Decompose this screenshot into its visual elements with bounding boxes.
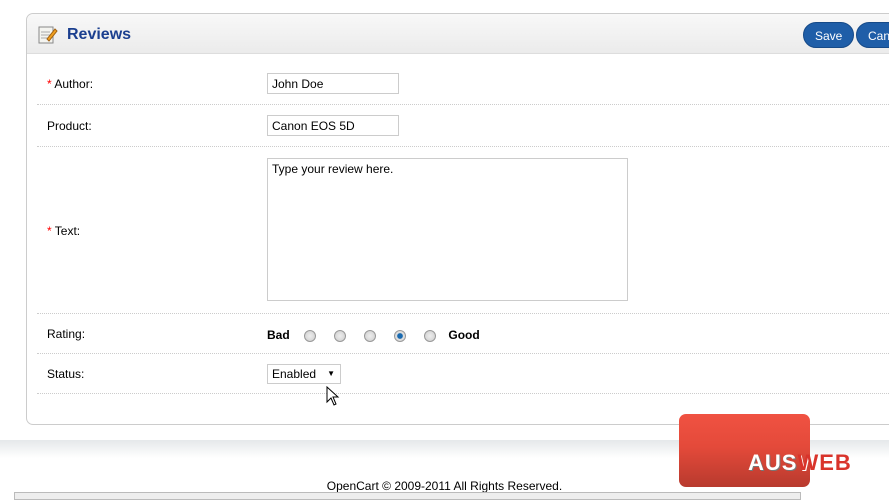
status-label: Status: bbox=[47, 367, 85, 381]
reviews-panel: Reviews Save Cancel * Author: John Doe P… bbox=[26, 13, 889, 425]
text-row: * Text: Type your review here. bbox=[37, 147, 889, 314]
product-input[interactable]: Canon EOS 5D bbox=[267, 115, 399, 136]
rating-label: Rating: bbox=[47, 327, 86, 341]
status-select[interactable]: Enabled ▼ bbox=[267, 364, 341, 384]
mouse-cursor-icon bbox=[326, 386, 340, 406]
rating-radio-1[interactable] bbox=[304, 329, 317, 342]
notepad-pencil-icon bbox=[38, 26, 58, 44]
save-button[interactable]: Save bbox=[803, 22, 855, 48]
dropdown-arrow-icon: ▼ bbox=[327, 369, 335, 378]
rating-radio-5[interactable] bbox=[424, 329, 437, 342]
product-row: Product: Canon EOS 5D bbox=[37, 105, 889, 147]
author-row: * Author: John Doe bbox=[37, 54, 889, 105]
rating-radio-4[interactable] bbox=[394, 329, 407, 342]
required-marker: * bbox=[47, 224, 55, 238]
panel-header: Reviews Save Cancel bbox=[27, 14, 889, 54]
status-row: Status: Enabled ▼ bbox=[37, 354, 889, 394]
watermark-text: AUSWEB bbox=[748, 450, 852, 475]
author-input[interactable]: John Doe bbox=[267, 73, 399, 94]
text-label: Text: bbox=[54, 224, 81, 238]
cancel-button[interactable]: Cancel bbox=[856, 22, 889, 48]
review-textarea[interactable]: Type your review here. bbox=[267, 158, 628, 301]
rating-low-label: Bad bbox=[267, 328, 290, 342]
product-label: Product: bbox=[47, 119, 92, 133]
author-label: Author: bbox=[54, 77, 94, 91]
rating-row: Rating: Bad Good bbox=[37, 314, 889, 354]
rating-high-label: Good bbox=[448, 328, 480, 342]
rating-radio-2[interactable] bbox=[334, 329, 347, 342]
rating-radio-3[interactable] bbox=[364, 329, 377, 342]
horizontal-scrollbar[interactable] bbox=[14, 492, 801, 500]
page-title: Reviews bbox=[67, 26, 132, 43]
